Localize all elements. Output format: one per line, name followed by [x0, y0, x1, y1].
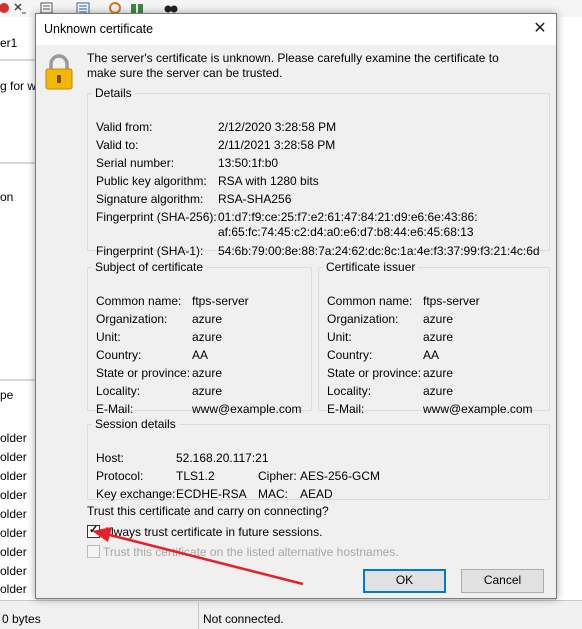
annotation-arrow-icon: [92, 527, 304, 586]
